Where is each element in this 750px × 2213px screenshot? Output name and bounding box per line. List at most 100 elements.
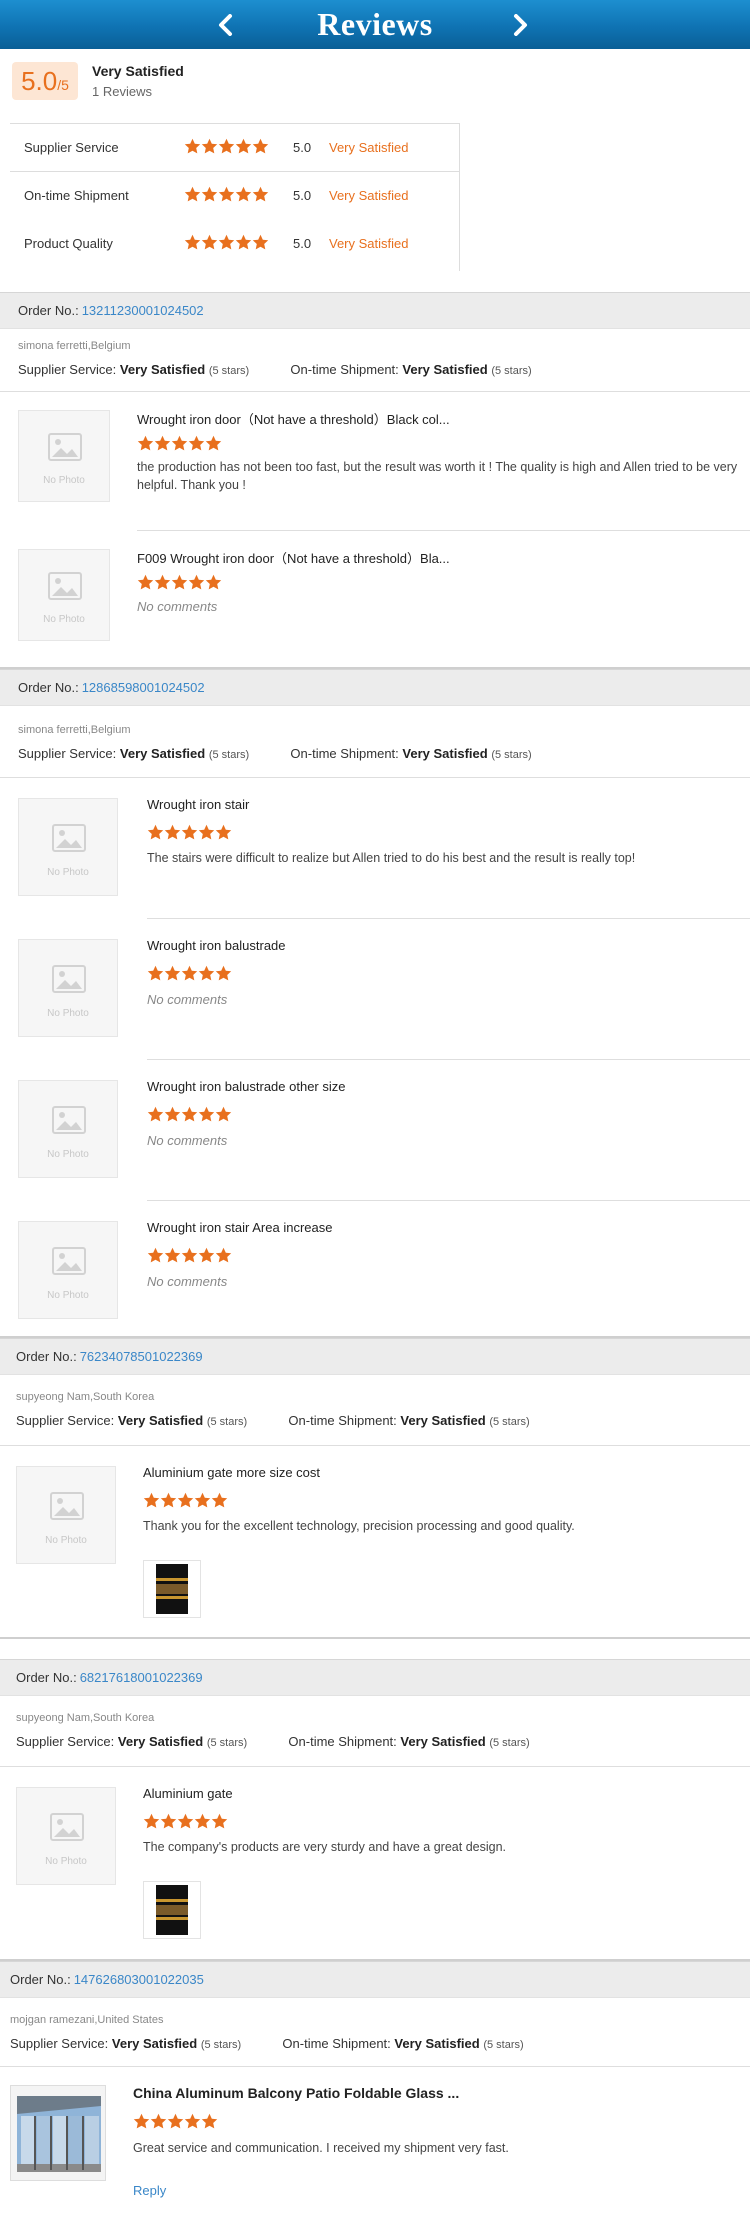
- metric-value: 5.0: [293, 139, 312, 155]
- review-item: No Photo Aluminium gate more size cost T…: [0, 1446, 750, 1636]
- order-number-link[interactable]: 76234078501022369: [80, 1349, 203, 1364]
- chevron-right-icon: [514, 14, 527, 36]
- review-count: 1 Reviews: [92, 84, 152, 99]
- product-name[interactable]: Wrought iron stair: [147, 797, 249, 812]
- review-item: No Photo Aluminium gate The company's pr…: [0, 1767, 750, 1959]
- product-stars: [143, 1813, 228, 1830]
- star-icon: [147, 1106, 164, 1123]
- section-divider: [0, 1637, 750, 1639]
- glass-balcony-image: [11, 2086, 105, 2180]
- star-icon: [188, 435, 205, 452]
- next-button[interactable]: [504, 8, 538, 42]
- order-number-link[interactable]: 12868598001024502: [82, 680, 205, 695]
- header-bar: Reviews: [0, 0, 750, 49]
- ontime-shipment-value: Very Satisfied: [394, 2036, 480, 2051]
- star-icon: [184, 138, 201, 155]
- product-stars: [137, 574, 222, 591]
- page-title: Reviews: [317, 6, 433, 42]
- metric-text: Very Satisfied: [329, 235, 409, 251]
- product-image-placeholder: No Photo: [16, 1466, 116, 1564]
- no-comments-text: No comments: [147, 1274, 228, 1289]
- no-photo-label: No Photo: [47, 1008, 89, 1019]
- review-photo: [156, 1885, 188, 1935]
- review-photo-thumbnail[interactable]: [143, 1881, 201, 1939]
- order-label: Order No.:: [16, 1349, 77, 1364]
- star-icon: [211, 1813, 228, 1830]
- product-photo[interactable]: [10, 2085, 106, 2181]
- product-name[interactable]: F009 Wrought iron door（Not have a thresh…: [137, 548, 450, 567]
- supplier-service-stars: (5 stars): [206, 1416, 248, 1428]
- review-photo-thumbnail[interactable]: [143, 1560, 201, 1618]
- star-icon: [205, 435, 222, 452]
- metric-value: 5.0: [293, 187, 312, 203]
- star-icon: [252, 234, 269, 251]
- ontime-shipment-label: On-time Shipment:: [288, 1413, 397, 1428]
- metric-row-product-quality: Product Quality 5.0 Very Satisfied: [10, 219, 460, 267]
- star-icon: [215, 1247, 232, 1264]
- product-stars: [147, 965, 232, 982]
- order-number-link[interactable]: 147626803001022035: [74, 1972, 204, 1987]
- star-icon: [235, 138, 252, 155]
- ontime-shipment-value: Very Satisfied: [400, 1413, 486, 1428]
- supplier-service-stars: (5 stars): [200, 2039, 242, 2051]
- metric-label: Supplier Service: [24, 139, 119, 155]
- star-icon: [167, 2113, 184, 2130]
- product-image-placeholder: No Photo: [18, 798, 118, 896]
- star-icon: [154, 435, 171, 452]
- star-icon: [215, 965, 232, 982]
- product-name[interactable]: Wrought iron balustrade: [147, 938, 286, 953]
- order-number-link[interactable]: 13211230001024502: [82, 303, 204, 318]
- product-image-placeholder: No Photo: [16, 1787, 116, 1885]
- star-icon: [171, 435, 188, 452]
- star-icon: [137, 574, 154, 591]
- supplier-service-label: Supplier Service:: [16, 1413, 115, 1428]
- image-placeholder-icon: [52, 965, 86, 998]
- image-placeholder-icon: [48, 433, 82, 466]
- product-stars: [137, 435, 222, 452]
- review-comment: Great service and communication. I recei…: [133, 2141, 509, 2155]
- product-name[interactable]: Wrought iron door（Not have a threshold）B…: [137, 409, 450, 428]
- no-comments-text: No comments: [147, 1133, 228, 1148]
- no-photo-label: No Photo: [47, 867, 89, 878]
- reply-link[interactable]: Reply: [133, 2183, 166, 2198]
- star-icon: [201, 2113, 218, 2130]
- product-name[interactable]: Aluminium gate: [143, 1786, 233, 1801]
- product-stars: [133, 2113, 218, 2130]
- star-icon: [147, 965, 164, 982]
- supplier-service-value: Very Satisfied: [111, 2036, 198, 2051]
- product-name[interactable]: China Aluminum Balcony Patio Foldable Gl…: [133, 2085, 459, 2101]
- product-name[interactable]: Wrought iron balustrade other size: [147, 1079, 345, 1094]
- prev-button[interactable]: [208, 8, 242, 42]
- overall-score: 5.0: [21, 66, 58, 96]
- buyer-name: mojgan ramezani,United States: [10, 2014, 164, 2026]
- star-icon: [211, 1492, 228, 1509]
- order-label: Order No.:: [10, 1972, 71, 1987]
- star-icon: [235, 186, 252, 203]
- order-ratings: Supplier Service: Very Satisfied (5 star…: [16, 1413, 530, 1428]
- review-item: No Photo Wrought iron balustrade other s…: [0, 1060, 750, 1201]
- product-name[interactable]: Aluminium gate more size cost: [143, 1465, 320, 1480]
- ontime-shipment-stars: (5 stars): [489, 1737, 530, 1749]
- supplier-service-label: Supplier Service:: [10, 2036, 109, 2051]
- order-number-link[interactable]: 68217618001022369: [80, 1670, 203, 1685]
- star-icon: [194, 1813, 211, 1830]
- supplier-service-value: Very Satisfied: [117, 1413, 204, 1428]
- metric-stars: [184, 234, 269, 251]
- no-photo-label: No Photo: [47, 1290, 89, 1301]
- metric-label: Product Quality: [24, 235, 113, 251]
- ontime-shipment-stars: (5 stars): [489, 1416, 530, 1428]
- no-comments-text: No comments: [147, 992, 228, 1007]
- star-icon: [188, 574, 205, 591]
- review-photo: [156, 1564, 188, 1614]
- star-icon: [205, 574, 222, 591]
- ontime-shipment-value: Very Satisfied: [402, 362, 488, 377]
- review-item: No Photo Wrought iron door（Not have a th…: [0, 392, 750, 530]
- rating-summary: 5.0/5 Very Satisfied 1 Reviews Supplier …: [0, 49, 750, 292]
- product-name[interactable]: Wrought iron stair Area increase: [147, 1220, 332, 1235]
- review-item: No Photo Wrought iron stair The stairs w…: [0, 778, 750, 919]
- metric-row-ontime-shipment: On-time Shipment 5.0 Very Satisfied: [10, 171, 460, 219]
- star-icon: [177, 1813, 194, 1830]
- review-comment: Thank you for the excellent technology, …: [143, 1519, 575, 1533]
- order-ratings: Supplier Service: Very Satisfied (5 star…: [18, 362, 532, 377]
- star-icon: [133, 2113, 150, 2130]
